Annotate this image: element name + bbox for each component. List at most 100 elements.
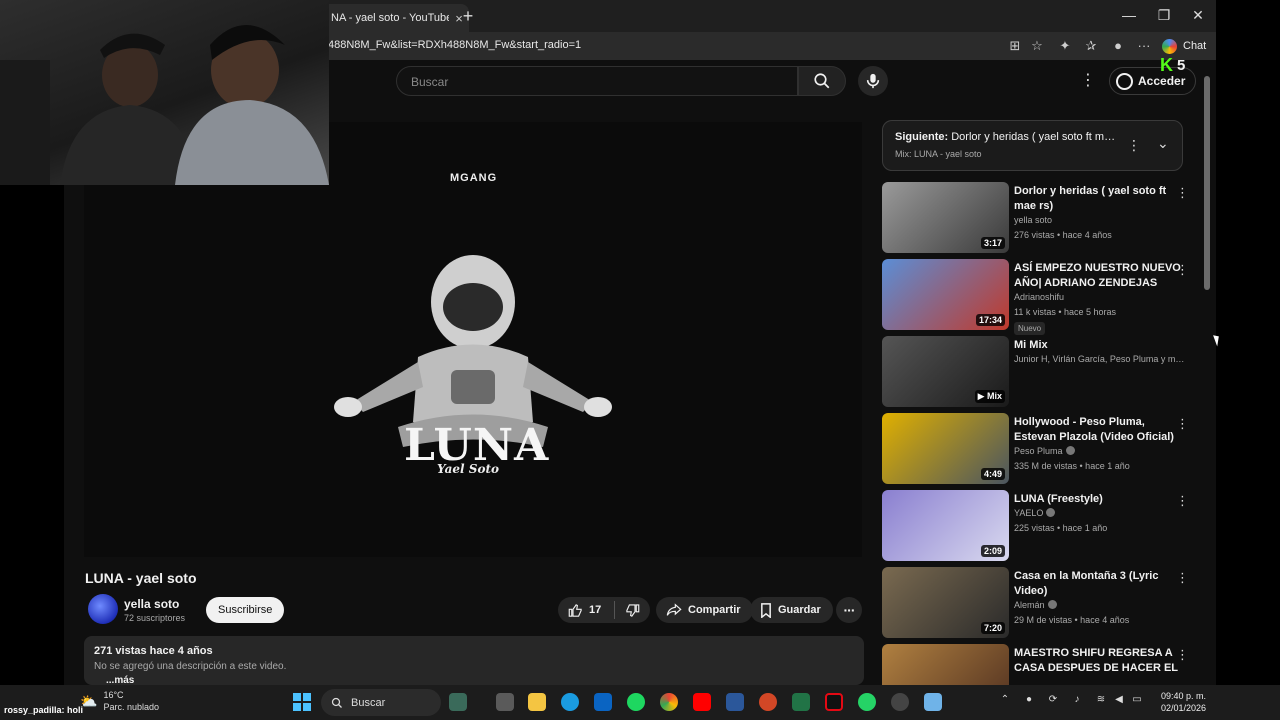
- voice-search-button[interactable]: [858, 66, 888, 96]
- whatsapp-icon[interactable]: [858, 693, 876, 711]
- mix-panel-header[interactable]: Siguiente: Dorlor y heridas ( yael soto …: [882, 120, 1183, 171]
- signin-label: Acceder: [1138, 74, 1186, 88]
- dislike-button[interactable]: [615, 603, 650, 618]
- maximize-button[interactable]: ❐: [1154, 7, 1174, 24]
- item-menu-icon[interactable]: ⋮: [1176, 185, 1189, 201]
- tab-youtube[interactable]: NA - yael soto - YouTube ×: [319, 4, 469, 32]
- apps-icon[interactable]: ⊞: [1006, 38, 1024, 54]
- powerpoint-icon[interactable]: [759, 693, 777, 711]
- up-next-prefix: Siguiente:: [895, 131, 949, 143]
- new-badge: Nuevo: [1014, 322, 1046, 335]
- share-icon: [666, 603, 682, 616]
- description-box[interactable]: 271 vistas hace 4 años No se agregó una …: [84, 636, 864, 686]
- chevron-down-icon[interactable]: ⌄: [1157, 135, 1169, 152]
- clock[interactable]: 09:40 p. m. 02/01/2026: [1150, 690, 1206, 714]
- file-explorer-icon[interactable]: [528, 693, 546, 711]
- excel-icon[interactable]: [792, 693, 810, 711]
- tray-app-icon[interactable]: ●: [1022, 694, 1036, 705]
- copilot-chat-button[interactable]: Chat: [1162, 36, 1206, 56]
- menu-icon[interactable]: ···: [1135, 38, 1153, 53]
- weather-widget[interactable]: ⛅ 16°C Parc. nublado: [80, 689, 159, 713]
- search-button[interactable]: [798, 66, 846, 96]
- outlook-icon[interactable]: [594, 693, 612, 711]
- playlist-item[interactable]: 7:20 Casa en la Montaña 3 (Lyric Video) Al…: [882, 566, 1202, 643]
- url-field[interactable]: 488N8M_Fw&list=RDXh488N8M_Fw&start_radio…: [328, 39, 581, 51]
- more-actions-button[interactable]: ···: [836, 597, 862, 623]
- youtube-icon[interactable]: [693, 693, 711, 711]
- stream-chat-message: rossy_padilla: holi: [4, 705, 83, 715]
- video-thumbnail[interactable]: 3:17: [882, 182, 1009, 253]
- video-thumbnail[interactable]: 7:20: [882, 567, 1009, 638]
- video-player[interactable]: [84, 122, 862, 557]
- playlist-item[interactable]: 17:34 ASÍ EMPEZO NUESTRO NUEVO AÑO| ADRIA…: [882, 258, 1202, 335]
- share-button[interactable]: Compartir: [656, 597, 753, 623]
- video-thumbnail[interactable]: 17:34: [882, 259, 1009, 330]
- settings-menu-icon[interactable]: ⋮: [1078, 70, 1098, 90]
- scrollbar[interactable]: [1203, 70, 1211, 678]
- windows-start-icon[interactable]: [293, 693, 311, 711]
- like-dislike-bar: 17: [558, 597, 650, 623]
- duration-badge: 3:17: [980, 237, 1005, 249]
- screen: NA - yael soto - YouTube × + — ❐ ✕ 488N8…: [0, 0, 1280, 720]
- item-menu-icon[interactable]: ⋮: [1176, 262, 1189, 278]
- like-button[interactable]: 17: [558, 603, 614, 618]
- app-icon[interactable]: [924, 693, 942, 711]
- minimize-button[interactable]: —: [1119, 7, 1139, 23]
- item-menu-icon[interactable]: ⋮: [1176, 570, 1189, 586]
- spotify-icon[interactable]: [627, 693, 645, 711]
- video-thumbnail[interactable]: 2:09: [882, 490, 1009, 561]
- chrome-icon[interactable]: [660, 693, 678, 711]
- video-thumbnail[interactable]: ▶ Mix: [882, 336, 1009, 407]
- netflix-icon[interactable]: [825, 693, 843, 711]
- playlist-item[interactable]: 2:09 LUNA (Freestyle) YAELO 225 vistas • ha…: [882, 489, 1202, 566]
- playlist-item[interactable]: 3:17 Dorlor y heridas ( yael soto ft mae …: [882, 181, 1202, 258]
- profile-icon[interactable]: ●: [1109, 38, 1127, 53]
- playlist-item[interactable]: 4:49 Hollywood - Peso Pluma, Estevan Plaz…: [882, 412, 1202, 489]
- playlist-item-title[interactable]: MAESTRO SHIFU REGRESA A CASA DESPUES DE …: [1014, 646, 1186, 676]
- temperature: 16°C: [103, 690, 124, 700]
- sync-icon[interactable]: ⟳: [1046, 694, 1060, 705]
- save-button[interactable]: Guardar: [750, 597, 833, 623]
- playlist-item-meta: 11 k vistas • hace 5 horas: [1014, 307, 1117, 317]
- settings-icon[interactable]: [891, 693, 909, 711]
- task-view-icon[interactable]: [496, 693, 514, 711]
- item-menu-icon[interactable]: ⋮: [1176, 647, 1189, 663]
- channel-name[interactable]: yella soto: [124, 597, 179, 611]
- video-thumbnail[interactable]: 4:49: [882, 413, 1009, 484]
- tray-chevron-icon[interactable]: ⌃: [998, 694, 1012, 705]
- playlist-item-title[interactable]: ASÍ EMPEZO NUESTRO NUEVO AÑO| ADRIANO ZE…: [1014, 261, 1186, 291]
- chat-text: : holi: [61, 705, 84, 715]
- search-input[interactable]: Buscar: [396, 66, 798, 96]
- taskbar: ⛅ 16°C Parc. nublado Buscar ⌃ ● ⟳ ♪ ≋ ◀ …: [0, 685, 1280, 720]
- playlist-item-title[interactable]: Casa en la Montaña 3 (Lyric Video): [1014, 569, 1186, 599]
- playlist-item-meta: 225 vistas • hace 1 año: [1014, 523, 1108, 533]
- extensions-icon[interactable]: ✦: [1056, 38, 1074, 54]
- edge-icon[interactable]: [561, 693, 579, 711]
- playlist-item-title[interactable]: Dorlor y heridas ( yael soto ft mae rs): [1014, 184, 1186, 214]
- item-menu-icon[interactable]: ⋮: [1176, 493, 1189, 509]
- mix-menu-icon[interactable]: ⋮: [1127, 137, 1141, 154]
- word-icon[interactable]: [726, 693, 744, 711]
- new-tab-button[interactable]: +: [458, 6, 478, 27]
- favorites-icon[interactable]: ✰: [1082, 38, 1100, 54]
- taskbar-search[interactable]: Buscar: [321, 689, 441, 716]
- chat-label: Chat: [1183, 40, 1207, 52]
- playlist-item-title[interactable]: Hollywood - Peso Pluma, Estevan Plazola …: [1014, 415, 1186, 445]
- wifi-icon[interactable]: ≋: [1094, 694, 1108, 705]
- playlist-item-title[interactable]: LUNA (Freestyle): [1014, 492, 1186, 507]
- subscribe-button[interactable]: Suscribirse: [206, 597, 285, 623]
- alien-app-icon[interactable]: [449, 693, 467, 711]
- battery-icon[interactable]: ▭: [1130, 694, 1144, 705]
- star-icon[interactable]: ☆: [1028, 38, 1046, 54]
- channel-avatar[interactable]: [88, 594, 118, 624]
- scrollbar-thumb[interactable]: [1204, 76, 1210, 290]
- item-menu-icon[interactable]: ⋮: [1176, 416, 1189, 432]
- volume-icon[interactable]: ◀: [1112, 694, 1126, 705]
- mic-tray-icon[interactable]: ♪: [1070, 694, 1084, 705]
- playlist-item[interactable]: ▶ Mix Mi Mix Junior H, Virlán García, Peso…: [882, 335, 1202, 412]
- taskbar-search-label: Buscar: [351, 696, 386, 709]
- channel-name-text: Peso Pluma: [1014, 446, 1063, 456]
- playlist-item-title[interactable]: Mi Mix: [1014, 338, 1186, 353]
- close-window-button[interactable]: ✕: [1188, 7, 1208, 24]
- search-icon: [814, 73, 830, 89]
